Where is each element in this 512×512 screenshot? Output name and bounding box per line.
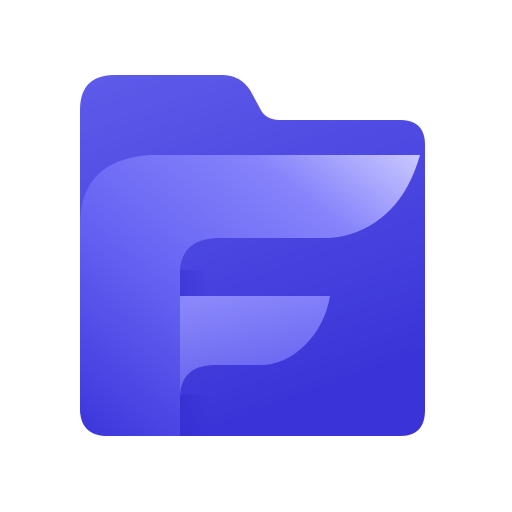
- folder-f-logo-icon: [80, 75, 425, 436]
- app-icon-canvas: [0, 0, 512, 512]
